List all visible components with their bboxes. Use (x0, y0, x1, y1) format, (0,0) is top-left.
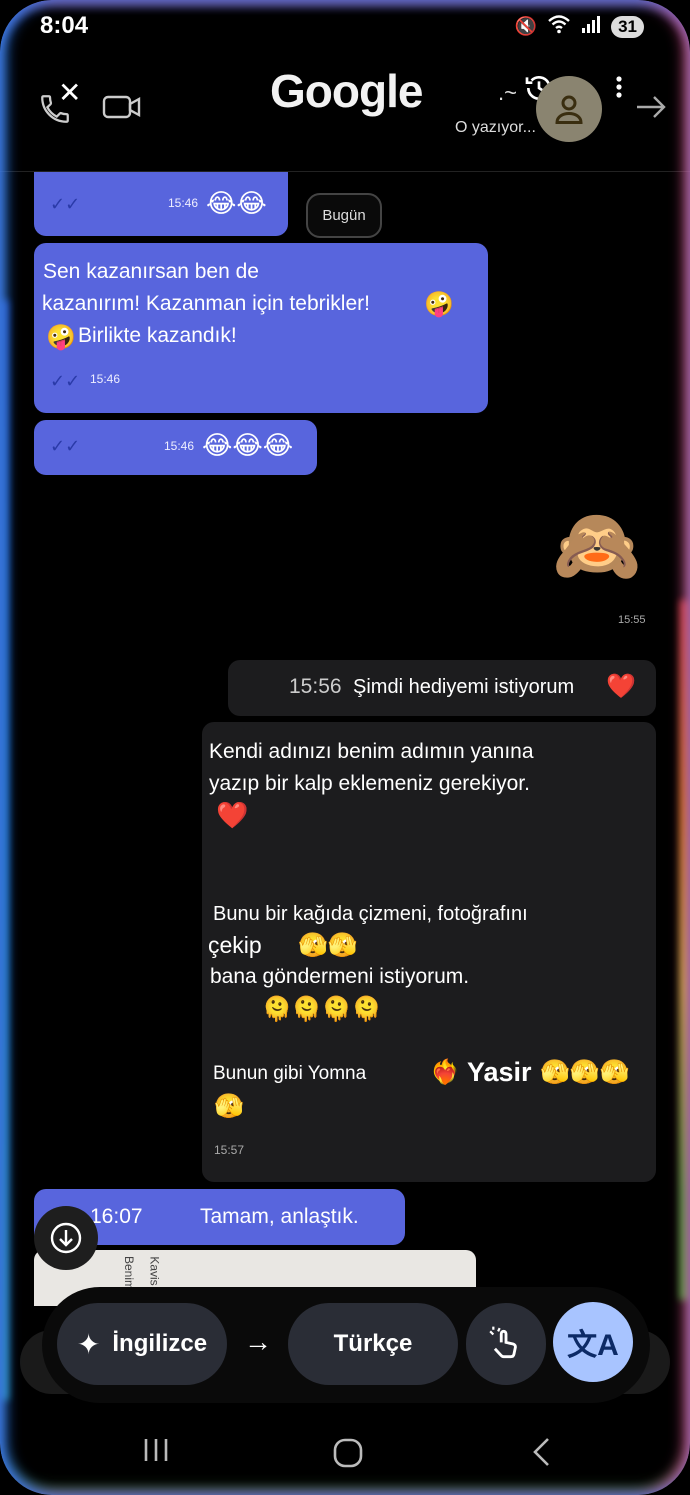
message-text-line: Bunun gibi Yomna (213, 1063, 367, 1084)
target-language-button[interactable]: Türkçe (288, 1303, 458, 1385)
message-bubble-outgoing[interactable]: Sen kazanırsan ben de kazanırım! Kazanma… (34, 243, 488, 413)
navigation-bar (0, 1420, 690, 1490)
message-emoji: ❤️‍🔥 (430, 1058, 460, 1086)
translate-icon: 文A (567, 1329, 619, 1362)
message-bubble-outgoing[interactable]: ✓✓ 15:46 😂😂 (34, 172, 288, 236)
message-emoji: 🫣🫣🫣 (540, 1058, 630, 1086)
download-arrow-icon (50, 1222, 82, 1254)
message-time: 15:46 (168, 196, 199, 210)
edge-glow (0, 300, 8, 1400)
status-icons: 🔇 31 (515, 14, 644, 39)
status-bar: 8:04 🔇 31 (0, 10, 690, 44)
message-emoji: 🫠🫠🫠🫠 (262, 995, 382, 1023)
message-text-line: Bunu bir kağıda çizmeni, fotoğrafını (213, 903, 528, 925)
hand-tap-icon (489, 1326, 517, 1359)
target-language-label: Türkçe (333, 1330, 413, 1357)
home-icon[interactable] (333, 1438, 363, 1476)
mute-icon: 🔇 (514, 16, 538, 36)
read-checkmark-icon: ✓✓ (50, 436, 81, 456)
message-text-line: kazanırım! Kazanman için tebrikler! (42, 292, 370, 315)
monkey-sticker[interactable]: 🙈 (552, 500, 642, 590)
message-text-line: Birlikte kazandık! (78, 324, 237, 347)
message-emoji: 🤪 (424, 290, 454, 318)
dots-icon: .~ (498, 80, 517, 105)
message-time: 15:57 (214, 1143, 245, 1157)
source-language-label: İngilizce (112, 1330, 208, 1357)
message-text-line: yazıp bir kalp eklemeniz gerekiyor. (209, 772, 530, 795)
message-time: 15:56 (289, 675, 342, 698)
more-options-icon[interactable] (612, 74, 626, 112)
touch-translate-button[interactable] (466, 1303, 546, 1385)
phone-screen: 8:04 🔇 31 ✕ Google .~ O yazıyor... ✓✓ 15… (0, 0, 690, 1495)
message-time: 16:07 (90, 1205, 143, 1228)
recent-apps-icon[interactable] (142, 1435, 170, 1473)
message-text: Şimdi hediyemi istiyorum (353, 676, 575, 698)
typing-indicator: O yazıyor... (455, 119, 536, 136)
message-text-line: çekip (208, 932, 262, 958)
message-emoji: 😂😂 (206, 189, 267, 219)
message-text-line: Sen kazanırsan ben de (43, 260, 259, 283)
message-emoji: 😂😂😂 (202, 431, 294, 461)
message-time: 15:46 (164, 439, 195, 453)
photo-text: Benim (122, 1255, 137, 1291)
heart-emoji: ❤️ (216, 801, 249, 831)
message-time: 15:46 (90, 372, 121, 386)
battery-badge: 31 (611, 15, 644, 38)
message-text-line: bana göndermeni istiyorum. (210, 965, 470, 988)
heart-emoji: ❤️ (606, 672, 636, 700)
name-text: Yasir (467, 1057, 532, 1087)
chat-header: ✕ Google .~ O yazıyor... (0, 56, 690, 172)
video-call-icon[interactable] (102, 92, 142, 130)
message-emoji: 🫣🫣 (298, 931, 358, 959)
forward-arrow-icon[interactable] (634, 92, 668, 130)
message-bubble-outgoing[interactable]: ✓✓ 15:46 😂😂😂 (34, 420, 317, 475)
arrow-right-icon: → (244, 1326, 272, 1357)
day-chip: Bugün (306, 193, 382, 238)
avatar[interactable] (536, 76, 602, 142)
message-text-line: Kendi adınızı benim adımın yanına (209, 740, 534, 763)
edge-glow (680, 600, 690, 1300)
message-time: 15:55 (618, 614, 646, 626)
translate-button[interactable]: 文A (553, 1302, 633, 1382)
message-bubble-incoming[interactable]: 15:56 Şimdi hediyemi istiyorum ❤️ (228, 660, 656, 716)
sparkle-icon: ✦ (76, 1328, 101, 1360)
wifi-icon (547, 14, 571, 39)
google-logo: Google (270, 65, 423, 117)
scroll-down-button[interactable] (34, 1206, 98, 1270)
status-time: 8:04 (40, 12, 89, 39)
message-text: Tamam, anlaştık. (200, 1205, 359, 1228)
message-emoji: 🤪 (46, 323, 76, 351)
message-emoji: 🫣 (214, 1092, 244, 1120)
signal-icon (581, 14, 601, 39)
photo-text: Kavis (147, 1256, 162, 1286)
source-language-button[interactable]: ✦ İngilizce (57, 1303, 227, 1385)
read-checkmark-icon: ✓✓ (50, 194, 81, 214)
read-checkmark-icon: ✓✓ (50, 371, 81, 391)
close-icon[interactable]: ✕ (58, 76, 81, 109)
back-icon[interactable] (530, 1436, 552, 1476)
message-bubble-incoming[interactable]: Kendi adınızı benim adımın yanına yazıp … (202, 722, 656, 1182)
